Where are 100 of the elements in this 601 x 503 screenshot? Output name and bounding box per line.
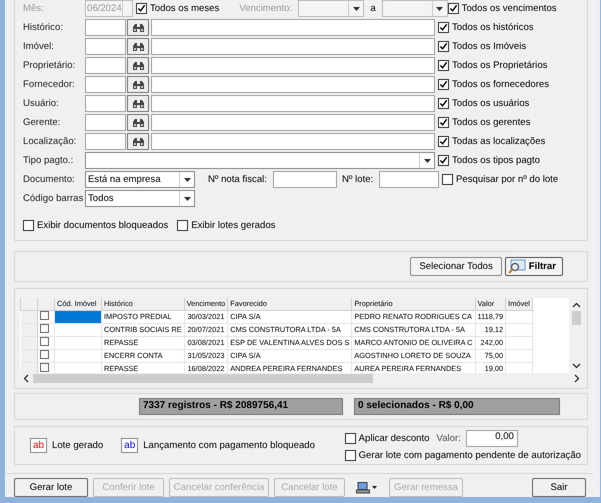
name-field[interactable] [151,38,435,55]
action-button[interactable]: Selecionar Todos [410,257,502,276]
field-label: Proprietário: [23,60,76,71]
search-button[interactable] [127,57,149,74]
checkmark-icon [439,99,448,108]
search-button[interactable] [127,76,149,93]
checkmark-icon [448,4,458,13]
discount-field[interactable]: 0,00 [466,430,518,448]
field-label: Usuário: [23,98,60,109]
checkbox[interactable]: Todos os tipos pagto [438,155,540,166]
name-field[interactable] [151,95,435,112]
checkbox[interactable]: Aplicar desconto [344,433,430,444]
scroll-thumb[interactable] [572,311,580,326]
field-label: Documento: [23,174,76,185]
search-button[interactable] [127,114,149,131]
checkmark-icon [439,156,448,165]
binoculars-icon [132,80,144,90]
checkbox[interactable]: Todos os Imóveis [438,41,526,52]
batch-field[interactable] [379,171,439,188]
name-field[interactable] [151,76,435,93]
color-sample: ab [30,438,47,454]
code-cell[interactable] [54,324,102,337]
invoice-field[interactable] [273,171,337,188]
field-label: Imóvel: [23,41,55,52]
row-checkbox[interactable] [40,324,49,334]
code-field[interactable] [85,19,126,36]
search-button[interactable] [127,19,149,36]
legend-label: Lote gerado [52,440,104,452]
total-bar: 0 selecionados - R$ 0,00 [354,398,560,416]
code-field[interactable] [85,76,126,93]
document-dropdown[interactable]: Está na empresa [85,171,195,188]
caret-icon [352,6,360,10]
binoculars-icon [132,118,144,128]
caret-icon [424,158,430,162]
filter-button[interactable]: Filtrar [504,257,563,276]
checkmark-icon [439,80,448,89]
code-cell[interactable] [54,350,102,363]
search-button[interactable] [127,133,149,150]
code-field[interactable] [85,133,126,150]
name-field[interactable] [151,114,435,131]
checkmark-icon [439,137,448,146]
scroll-thumb[interactable] [33,374,373,384]
field-label: Tipo pagto.: [23,155,74,166]
row-checkbox[interactable] [40,337,49,346]
field-label: Fornecedor: [23,79,76,90]
binoculars-icon [132,60,144,70]
barcode-dropdown[interactable]: Todos [85,190,195,207]
checkbox[interactable]: Todos os Proprietários [438,60,548,71]
row-checkbox[interactable] [40,350,49,360]
caret-icon [184,178,190,182]
computer-menu-button[interactable] [356,482,378,494]
checkbox[interactable]: Todos os usuários [438,98,530,109]
binoculars-icon [132,98,144,108]
row-checkbox[interactable] [40,363,49,372]
checkmark-icon [439,118,448,127]
binoculars-icon [132,136,144,146]
checkmark-icon [439,42,448,51]
legend-label: Lançamento com pagamento bloqueado [143,440,315,452]
field-label: Mês: [23,3,45,14]
code-cell[interactable] [54,336,102,350]
checkmark-icon [137,4,146,13]
code-field[interactable] [85,57,126,74]
binoculars-icon [132,22,144,32]
field-label: Vencimento: [239,3,294,14]
magnifier-icon [508,259,526,274]
total-bar: 7337 registros - R$ 2089756,41 [139,398,343,416]
row-checkbox[interactable] [40,311,49,320]
binoculars-icon [132,42,144,52]
checkbox[interactable]: Todos os gerentes [438,117,530,128]
field-label: Valor: [436,433,461,444]
field-label: Gerente: [23,117,62,128]
checkbox[interactable]: Exibir lotes gerados [177,220,276,231]
footer-button[interactable]: Gerar lote [14,478,88,497]
field-label: Código barras [23,193,84,204]
checkmark-icon [439,23,448,32]
code-field[interactable] [85,95,126,112]
search-button[interactable] [127,38,149,55]
checkbox[interactable]: Todos os históricos [438,22,534,33]
code-field[interactable] [85,114,126,131]
name-field[interactable] [151,133,435,150]
checkbox[interactable]: Gerar lote com pagamento pendente de autorização [344,450,581,462]
field-label: Nº lote: [342,174,374,185]
field-label: Localização: [23,136,78,147]
name-field[interactable] [151,57,435,74]
code-field[interactable] [85,38,126,55]
payment-type-dropdown[interactable] [85,152,435,169]
name-field[interactable] [151,19,435,36]
field-label: Histórico: [23,22,64,33]
search-button[interactable] [127,95,149,112]
field-label: a [370,3,376,14]
checkmark-icon [439,61,448,70]
caret-icon [436,6,444,10]
footer-button[interactable]: Sair [532,478,586,497]
caret-icon [184,196,190,200]
checkbox[interactable]: Todas as localizações [438,136,546,147]
checkbox[interactable]: Exibir documentos bloqueados [23,220,168,231]
checkbox[interactable]: Todos os fornecedores [438,79,550,90]
checkbox[interactable]: Pesquisar por nº do lote [442,174,558,185]
code-cell[interactable] [54,310,102,324]
color-sample: ab [121,438,138,454]
